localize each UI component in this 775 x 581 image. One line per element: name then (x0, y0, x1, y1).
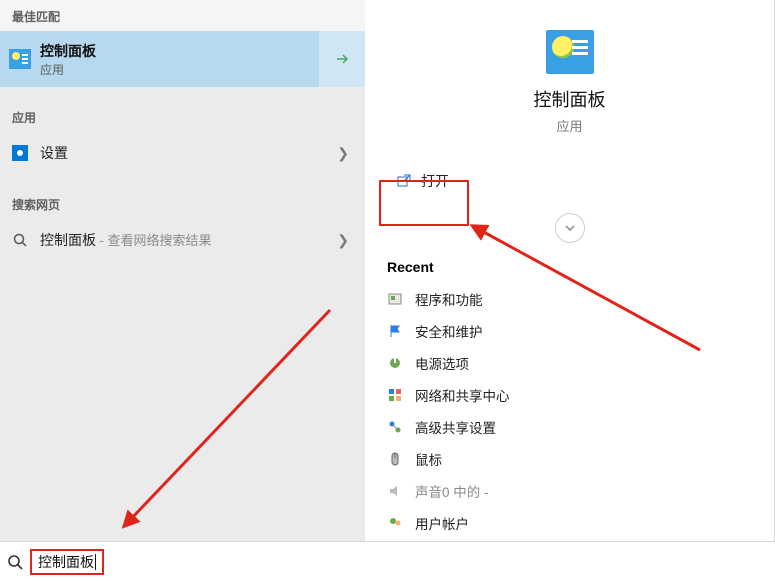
recent-item-label: 用户帐户 (415, 513, 469, 533)
recent-item-programs[interactable]: 程序和功能 (365, 283, 774, 315)
best-match-title: 控制面板 (40, 41, 319, 61)
search-icon (12, 232, 28, 248)
flag-icon (387, 323, 403, 339)
settings-icon (12, 145, 28, 161)
best-match-subtitle: 应用 (40, 61, 319, 78)
search-icon (0, 554, 30, 570)
recent-item-mouse[interactable]: 鼠标 (365, 443, 774, 475)
apps-header: 应用 (0, 101, 365, 132)
web-item-sub: - 查看网络搜索结果 (96, 233, 212, 248)
chevron-right-icon: ❯ (337, 232, 349, 249)
web-search-item[interactable]: 控制面板 - 查看网络搜索结果 ❯ (0, 219, 365, 261)
open-button-label: 打开 (421, 171, 449, 191)
open-icon (397, 174, 411, 188)
chevron-right-icon: ❯ (337, 145, 349, 162)
recent-item-label: 鼠标 (415, 449, 442, 469)
recent-header: Recent (365, 259, 774, 283)
text-caret (95, 554, 96, 570)
best-match-item[interactable]: 控制面板 应用 (0, 31, 365, 87)
speaker-icon (387, 483, 403, 499)
recent-item-label: 声音0 中的 - (415, 481, 489, 501)
users-icon (387, 515, 403, 531)
recent-item-label: 高级共享设置 (415, 417, 496, 437)
recent-item-security[interactable]: 安全和维护 (365, 315, 774, 347)
recent-item-sharing[interactable]: 高级共享设置 (365, 411, 774, 443)
left-results-panel: 最佳匹配 控制面板 应用 应用 设置 ❯ 搜索网页 控制面板 - 查看网络搜索结… (0, 0, 365, 541)
share-icon (387, 419, 403, 435)
programs-icon (387, 291, 403, 307)
apps-item-settings[interactable]: 设置 ❯ (0, 132, 365, 174)
search-input[interactable]: 控制面板 (30, 549, 104, 575)
preview-subtitle: 应用 (365, 116, 774, 135)
recent-item-network[interactable]: 网络和共享中心 (365, 379, 774, 411)
right-preview-panel: 控制面板 应用 打开 Recent 程序和功能 安全和维护 电源选项 网络和共享… (365, 0, 775, 541)
open-button[interactable]: 打开 (383, 163, 463, 199)
recent-item-label: 电源选项 (415, 353, 469, 373)
apps-item-label: 设置 (40, 143, 68, 163)
control-panel-icon (0, 49, 40, 69)
recent-item-user-accounts[interactable]: 用户帐户 (365, 507, 774, 539)
network-icon (387, 387, 403, 403)
recent-item-power[interactable]: 电源选项 (365, 347, 774, 379)
expand-result-button[interactable] (319, 31, 365, 87)
preview-title: 控制面板 (365, 86, 774, 112)
mouse-icon (387, 451, 403, 467)
chevron-down-icon (564, 222, 576, 234)
collapse-toggle[interactable] (555, 213, 585, 243)
search-bar: 控制面板 (0, 541, 775, 581)
web-header: 搜索网页 (0, 188, 365, 219)
recent-item-sound[interactable]: 声音0 中的 - (365, 475, 774, 507)
control-panel-large-icon (546, 30, 594, 74)
best-match-header: 最佳匹配 (0, 0, 365, 31)
arrow-right-icon (334, 51, 350, 67)
recent-item-label: 网络和共享中心 (415, 385, 510, 405)
recent-item-label: 程序和功能 (415, 289, 483, 309)
power-icon (387, 355, 403, 371)
web-item-label: 控制面板 (40, 232, 96, 248)
recent-item-label: 安全和维护 (415, 321, 483, 341)
search-input-value: 控制面板 (38, 552, 94, 572)
